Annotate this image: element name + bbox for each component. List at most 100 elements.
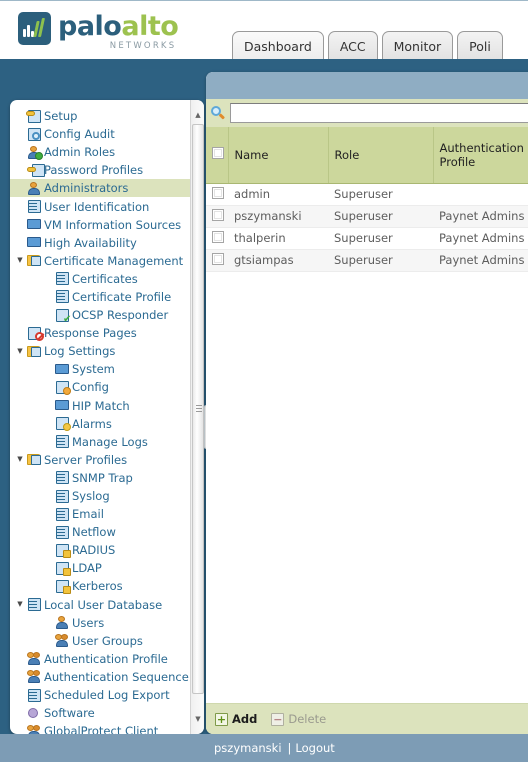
sidebar-item-certificate-management[interactable]: ▼ Certificate Management — [10, 252, 196, 270]
sidebar-item-label: Certificates — [72, 271, 138, 286]
select-all-checkbox[interactable] — [212, 147, 224, 160]
brand-logo[interactable]: paloalto NETWORKS — [18, 12, 179, 51]
tab-dashboard[interactable]: Dashboard — [232, 31, 324, 59]
triangle-up-icon[interactable]: ▲ — [191, 108, 204, 122]
tab-policies[interactable]: Poli — [457, 31, 503, 59]
row-checkbox[interactable] — [212, 230, 224, 243]
delete-icon: − — [271, 712, 285, 726]
sidebar-item-scheduled-log-export[interactable]: Scheduled Log Export — [10, 686, 196, 704]
sidebar-item-alarms[interactable]: Alarms — [10, 415, 196, 433]
sidebar-item-system[interactable]: System — [10, 360, 196, 378]
app-root: paloalto NETWORKS Dashboard ACC Monitor … — [0, 0, 528, 762]
sidebar-item-authentication-sequence[interactable]: Authentication Sequence — [10, 668, 196, 686]
sidebar-item-label: System — [72, 362, 115, 377]
sidebar-item-manage-logs[interactable]: Manage Logs — [10, 433, 196, 451]
sidebar-item-ldap[interactable]: LDAP — [10, 559, 196, 577]
column-header-name[interactable]: Name — [228, 127, 329, 184]
sidebar-item-log-settings[interactable]: ▼ Log Settings — [10, 342, 196, 360]
brand-wordmark: paloalto NETWORKS — [58, 12, 179, 51]
tab-monitor[interactable]: Monitor — [381, 31, 454, 59]
content-panel-header — [206, 72, 528, 99]
delete-button[interactable]: − Delete — [271, 712, 326, 726]
paloalto-logo-icon — [18, 12, 51, 45]
column-header-role[interactable]: Role — [328, 127, 434, 184]
vm-information-icon — [26, 217, 43, 232]
admin-roles-icon — [26, 145, 43, 160]
cell-name[interactable]: thalperin — [228, 227, 328, 250]
sidebar-item-user-groups[interactable]: User Groups — [10, 632, 196, 650]
search-icon[interactable] — [210, 105, 227, 122]
sidebar-item-config[interactable]: Config — [10, 378, 196, 396]
sidebar-item-config-audit[interactable]: Config Audit — [10, 125, 196, 143]
sidebar-item-kerberos[interactable]: Kerberos — [10, 577, 196, 595]
table-row[interactable]: admin Superuser — [206, 183, 528, 206]
server-profile-icon — [54, 470, 71, 485]
server-profile-icon — [54, 489, 71, 504]
table-row[interactable]: pszymanski Superuser Paynet Admins — [206, 205, 528, 228]
manage-logs-icon — [54, 434, 71, 449]
sidebar-item-response-pages[interactable]: Response Pages — [10, 324, 196, 342]
table-row[interactable]: gtsiampas Superuser Paynet Admins — [206, 249, 528, 272]
sidebar-item-radius[interactable]: RADIUS — [10, 541, 196, 559]
app-header: paloalto NETWORKS Dashboard ACC Monitor … — [0, 0, 528, 59]
sidebar-item-vm-information-sources[interactable]: VM Information Sources — [10, 216, 196, 234]
triangle-down-icon[interactable]: ▼ — [191, 712, 204, 726]
sidebar-scrollbar-thumb[interactable] — [192, 124, 204, 694]
row-checkbox[interactable] — [212, 186, 224, 199]
sidebar-item-snmp-trap[interactable]: SNMP Trap — [10, 469, 196, 487]
cell-name[interactable]: pszymanski — [228, 205, 328, 228]
sidebar-item-users[interactable]: Users — [10, 614, 196, 632]
row-select-cell[interactable] — [206, 183, 228, 206]
cell-role: Superuser — [328, 183, 433, 206]
row-checkbox[interactable] — [212, 252, 224, 265]
search-input[interactable] — [230, 103, 528, 123]
sidebar-item-authentication-profile[interactable]: Authentication Profile — [10, 650, 196, 668]
sidebar-item-user-identification[interactable]: User Identification — [10, 197, 196, 215]
sidebar-item-hip-match[interactable]: HIP Match — [10, 397, 196, 415]
cell-name[interactable]: gtsiampas — [228, 249, 328, 272]
chevron-down-icon[interactable]: ▼ — [14, 601, 26, 608]
sidebar-scrollbar[interactable]: ▲ ▼ — [190, 100, 204, 734]
sidebar-item-label: HIP Match — [72, 398, 130, 413]
sidebar-item-software[interactable]: Software — [10, 704, 196, 722]
sidebar-item-netflow[interactable]: Netflow — [10, 523, 196, 541]
sidebar-item-certificates[interactable]: Certificates — [10, 270, 196, 288]
logout-link[interactable]: Logout — [295, 741, 334, 755]
select-all-header[interactable] — [206, 127, 229, 184]
table-row[interactable]: thalperin Superuser Paynet Admins — [206, 227, 528, 250]
system-log-icon — [54, 362, 71, 377]
sidebar-item-label: OCSP Responder — [72, 308, 169, 323]
row-checkbox[interactable] — [212, 208, 224, 221]
sidebar-item-globalprotect-client[interactable]: GlobalProtect Client — [10, 722, 196, 734]
sidebar-item-local-user-database[interactable]: ▼ Local User Database — [10, 596, 196, 614]
cell-role: Superuser — [328, 227, 433, 250]
tab-acc[interactable]: ACC — [327, 31, 378, 59]
chevron-down-icon[interactable]: ▼ — [14, 257, 26, 264]
sidebar-item-email[interactable]: Email — [10, 505, 196, 523]
sidebar-item-admin-roles[interactable]: Admin Roles — [10, 143, 196, 161]
users-icon — [54, 615, 71, 630]
sidebar-item-certificate-profile[interactable]: Certificate Profile — [10, 288, 196, 306]
sidebar-item-setup[interactable]: Setup — [10, 107, 196, 125]
sidebar-item-label: Certificate Profile — [72, 289, 172, 304]
add-button[interactable]: + Add — [215, 712, 257, 726]
sidebar-item-ocsp-responder[interactable]: ✔ OCSP Responder — [10, 306, 196, 324]
chevron-down-icon[interactable]: ▼ — [14, 347, 26, 355]
cell-name[interactable]: admin — [228, 183, 328, 206]
sidebar-item-high-availability[interactable]: High Availability — [10, 234, 196, 252]
sidebar-item-server-profiles[interactable]: ▼ Server Profiles — [10, 451, 196, 469]
sidebar-item-label: Email — [72, 507, 104, 522]
column-header-auth[interactable]: Authentication Profile — [433, 127, 528, 184]
sidebar-item-label: Alarms — [72, 416, 112, 431]
row-select-cell[interactable] — [206, 227, 228, 250]
search-bar — [206, 99, 528, 127]
row-select-cell[interactable] — [206, 249, 228, 272]
sidebar-item-syslog[interactable]: Syslog — [10, 487, 196, 505]
high-availability-icon — [26, 235, 43, 250]
sidebar-item-administrators[interactable]: Administrators — [10, 179, 196, 198]
chevron-down-icon[interactable]: ▼ — [14, 456, 26, 463]
sidebar-item-password-profiles[interactable]: Password Profiles — [10, 161, 196, 179]
brand-subtitle: NETWORKS — [109, 41, 177, 51]
row-select-cell[interactable] — [206, 205, 228, 228]
cell-role: Superuser — [328, 205, 433, 228]
